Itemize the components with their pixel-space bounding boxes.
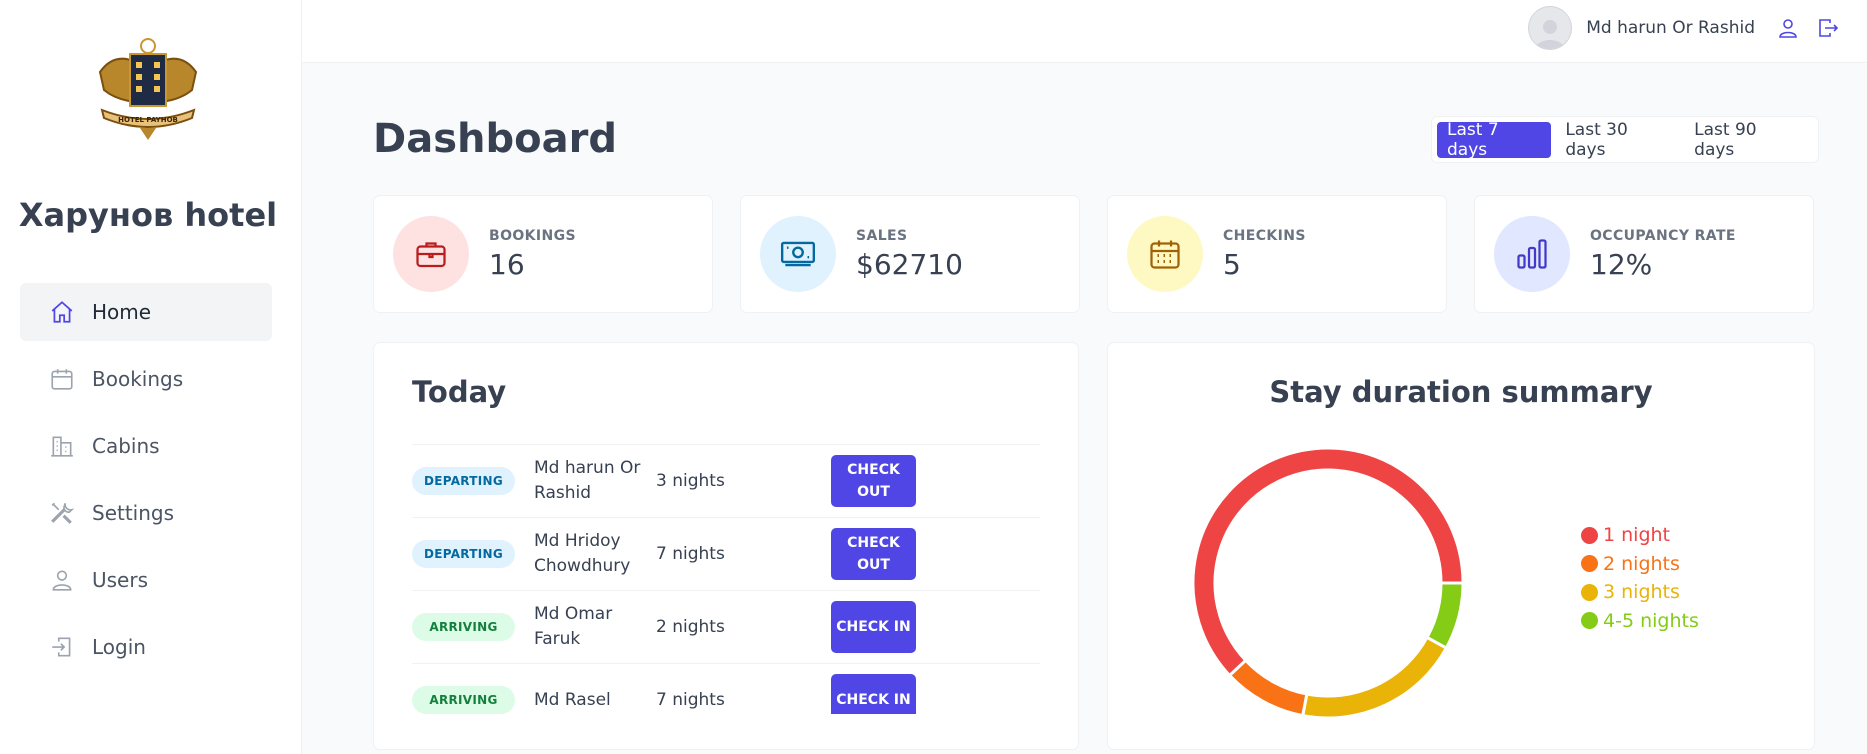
list-item: DEPARTING Md Hridoy Chowdhury 7 nights C… <box>412 518 1040 591</box>
stat-value: 12% <box>1590 247 1653 281</box>
sidebar-item-label: Bookings <box>92 367 184 391</box>
donut-chart <box>1191 446 1465 720</box>
legend-label: 4-5 nights <box>1603 609 1699 632</box>
legend-swatch <box>1581 583 1598 601</box>
legend-label: 2 nights <box>1603 552 1680 575</box>
calendar-icon <box>48 365 76 393</box>
building-icon <box>48 432 76 460</box>
legend-item: 1 night <box>1581 521 1699 550</box>
sidebar-item-label: Cabins <box>92 434 160 458</box>
chart-legend: 1 night 2 nights 3 nights 4-5 nights <box>1581 521 1699 635</box>
guest-name: Md harun Or Rashid <box>534 458 641 503</box>
status-badge: DEPARTING <box>412 540 515 568</box>
sidebar-nav: Home Bookings Cabins Settings Users Logi… <box>20 283 272 685</box>
list-item: ARRIVING Md Rasel 7 nights CHECK IN <box>412 664 1040 714</box>
sidebar-item-login[interactable]: Login <box>20 618 272 676</box>
hotel-logo: HOTEL PAYHOB <box>98 38 198 140</box>
page-title: Dashboard <box>373 116 617 162</box>
stat-label: SALES <box>856 227 908 244</box>
stat-occupancy-rate: OCCUPANCY RATE 12% <box>1474 195 1814 313</box>
today-panel: Today DEPARTING Md harun Or Rashid 3 nig… <box>373 342 1079 750</box>
stats-row: BOOKINGS 16 SALES $62710 CHECKINS 5 OCCU… <box>373 195 1814 313</box>
chart-title: Stay duration summary <box>1269 375 1653 409</box>
nights-count: 3 nights <box>656 471 725 491</box>
guest-name: Md Rasel <box>534 689 611 710</box>
sidebar-item-label: Users <box>92 568 149 592</box>
brand-name: Харунов hotel <box>18 196 278 234</box>
donut-segment-3-nights[interactable] <box>1300 635 1449 720</box>
chart-bar-icon <box>1494 216 1570 292</box>
home-icon <box>48 298 76 326</box>
user-menu: Md harun Or Rashid <box>1528 4 1845 52</box>
briefcase-icon <box>393 216 469 292</box>
check-out-button[interactable]: CHECK OUT <box>831 528 916 580</box>
stat-checkins: CHECKINS 5 <box>1107 195 1447 313</box>
logo-text: HOTEL PAYHOB <box>118 116 178 124</box>
check-in-button[interactable]: CHECK IN <box>831 674 916 714</box>
user-icon <box>48 566 76 594</box>
legend-label: 3 nights <box>1603 581 1680 604</box>
status-badge: ARRIVING <box>412 613 515 641</box>
stat-value: 16 <box>489 247 525 281</box>
stat-label: CHECKINS <box>1223 227 1306 244</box>
top-bar: Md harun Or Rashid <box>302 0 1867 63</box>
sidebar-item-cabins[interactable]: Cabins <box>20 417 272 475</box>
sidebar-item-label: Login <box>92 635 146 659</box>
banknotes-icon <box>760 216 836 292</box>
check-in-button[interactable]: CHECK IN <box>831 601 916 653</box>
stat-bookings: BOOKINGS 16 <box>373 195 713 313</box>
stat-value: $62710 <box>856 247 963 281</box>
sidebar-item-home[interactable]: Home <box>20 283 272 341</box>
stat-label: OCCUPANCY RATE <box>1590 227 1736 244</box>
stat-value: 5 <box>1223 247 1241 281</box>
stay-duration-panel: Stay duration summary 1 night 2 nights 3 n… <box>1107 342 1815 750</box>
today-list[interactable]: DEPARTING Md harun Or Rashid 3 nights CH… <box>412 444 1040 714</box>
sidebar-item-settings[interactable]: Settings <box>20 484 272 542</box>
legend-item: 2 nights <box>1581 550 1699 579</box>
donut-segment-2-nights[interactable] <box>1227 658 1309 718</box>
nights-count: 7 nights <box>656 690 725 710</box>
stat-sales: SALES $62710 <box>740 195 1080 313</box>
filter-last-7-days[interactable]: Last 7 days <box>1437 120 1552 160</box>
sidebar: HOTEL PAYHOB Харунов hotel Home Bookings <box>0 0 302 754</box>
status-badge: ARRIVING <box>412 686 515 714</box>
status-badge: DEPARTING <box>412 467 515 495</box>
user-name: Md harun Or Rashid <box>1586 18 1755 38</box>
legend-item: 3 nights <box>1581 578 1699 607</box>
logout-icon[interactable] <box>1811 11 1845 45</box>
nights-count: 7 nights <box>656 544 725 564</box>
sidebar-item-bookings[interactable]: Bookings <box>20 350 272 408</box>
legend-swatch <box>1581 612 1598 630</box>
login-icon <box>48 633 76 661</box>
filter-last-30-days[interactable]: Last 30 days <box>1555 120 1680 160</box>
user-icon[interactable] <box>1771 11 1805 45</box>
donut-segment-4-5-nights[interactable] <box>1424 581 1465 651</box>
donut-segment-1-night[interactable] <box>1191 446 1465 678</box>
sidebar-item-label: Home <box>92 300 152 324</box>
sidebar-item-label: Settings <box>92 501 175 525</box>
check-out-button[interactable]: CHECK OUT <box>831 455 916 507</box>
filter-last-90-days[interactable]: Last 90 days <box>1684 120 1809 160</box>
guest-name: Md Hridoy Chowdhury <box>534 531 631 576</box>
main-content: Md harun Or Rashid Dashboard Last 7 days… <box>302 0 1867 754</box>
stat-label: BOOKINGS <box>489 227 577 244</box>
list-item: ARRIVING Md Omar Faruk 2 nights CHECK IN <box>412 591 1040 664</box>
legend-swatch <box>1581 526 1598 544</box>
guest-name: Md Omar Faruk <box>534 604 613 649</box>
legend-label: 1 night <box>1603 524 1671 547</box>
today-title: Today <box>412 375 507 409</box>
legend-item: 4-5 nights <box>1581 607 1699 636</box>
avatar[interactable] <box>1528 6 1573 50</box>
list-item: DEPARTING Md harun Or Rashid 3 nights CH… <box>412 445 1040 518</box>
sidebar-item-users[interactable]: Users <box>20 551 272 609</box>
date-filter: Last 7 days Last 30 days Last 90 days <box>1431 116 1819 163</box>
calendar-days-icon <box>1127 216 1203 292</box>
legend-swatch <box>1581 555 1598 573</box>
nights-count: 2 nights <box>656 617 725 637</box>
wrench-screwdriver-icon <box>48 499 76 527</box>
